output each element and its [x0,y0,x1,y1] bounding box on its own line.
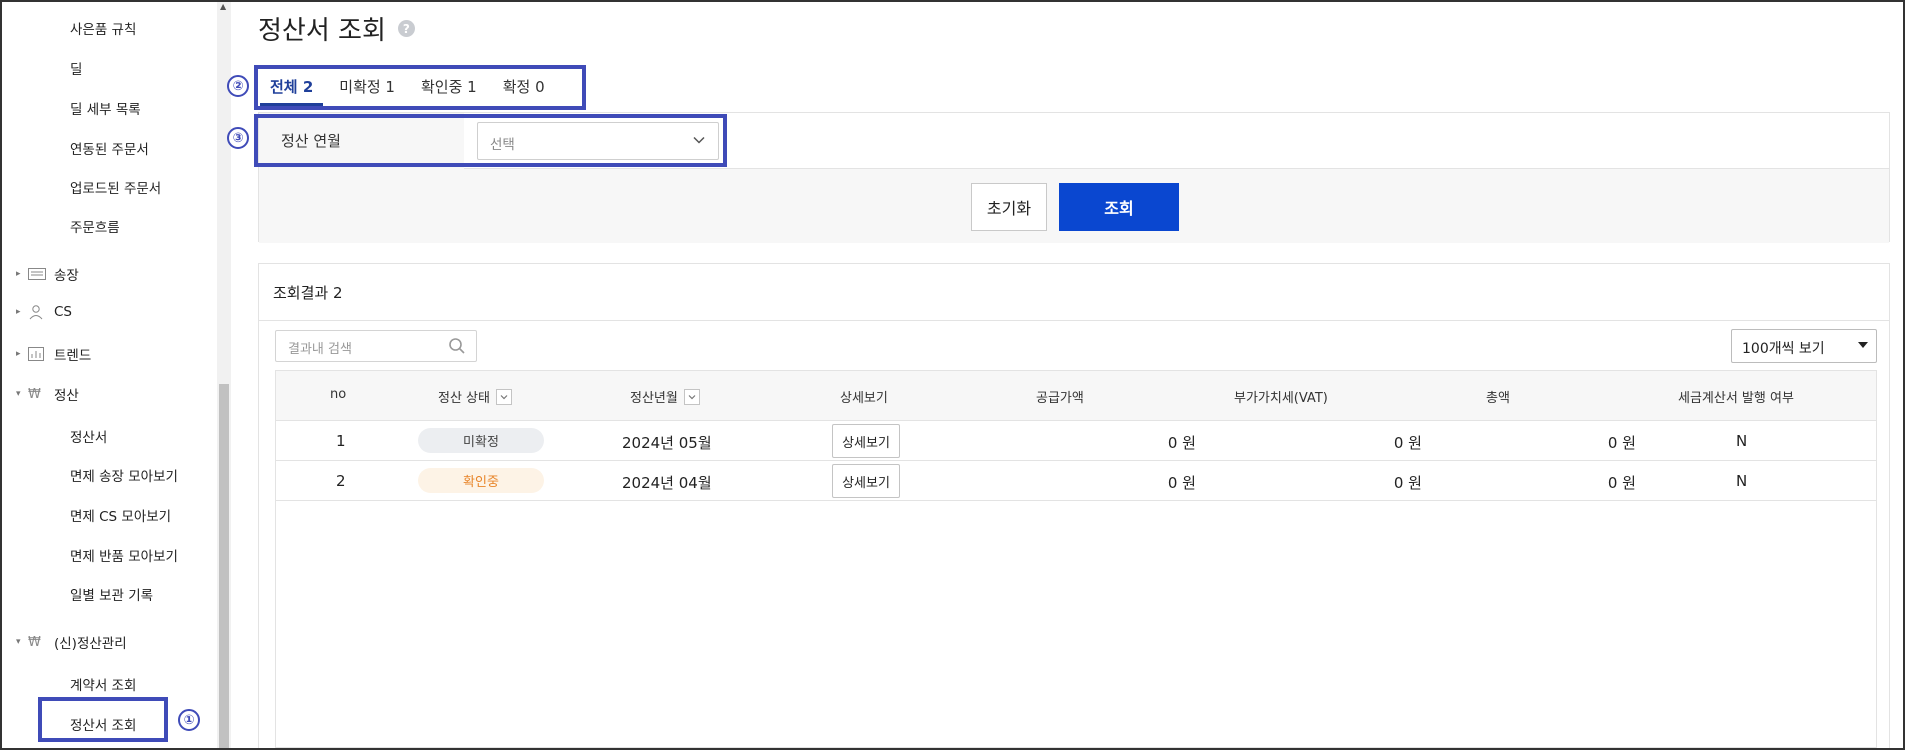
col-detail: 상세보기 [840,387,888,406]
annotation-box-1 [38,697,168,742]
sidebar-item-uploaded-orders[interactable]: 업로드된 주문서 [70,177,161,197]
sidebar-item-daily-storage[interactable]: 일별 보관 기록 [70,584,153,604]
sidebar-item-deal[interactable]: 딜 [70,58,82,78]
sidebar-group-cs[interactable]: ▸ CS [16,304,72,320]
results-title: 조회결과 2 [273,284,343,302]
column-header: 정산 상태 [438,391,490,406]
status-badge: 확인중 [418,468,544,493]
help-icon[interactable]: ? [397,20,415,37]
column-header: 세금계산서 발행 여부 [1678,391,1794,406]
annotation-box-3 [254,114,727,167]
cell-total: 0 원 [1607,434,1636,452]
results-table: no 정산 상태 정산년월 상세보기 공급가액 부가가치세(VAT) 총액 세금… [275,370,1877,748]
column-header: 부가가치세(VAT) [1234,391,1328,406]
sidebar-group-settlement[interactable]: ▾ ₩ 정산 [16,384,79,405]
bar-chart-icon [28,347,54,361]
results-panel: 조회결과 2 결과내 검색 100개씩 보기 no 정산 상태 정산년월 상세보 [258,263,1890,748]
cell-no: 2 [336,472,346,490]
sidebar-item-gift-rules[interactable]: 사은품 규칙 [70,18,136,38]
sidebar-group-trend[interactable]: ▸ 트렌드 [16,344,91,364]
column-header: no [330,387,347,402]
column-header: 공급가액 [1036,391,1084,406]
sidebar-group-label: 정산 [54,388,79,404]
cell-invoice: N [1736,432,1748,450]
page-title: 정산서 조회 [258,16,386,46]
sidebar-item-order-flow[interactable]: 주문흐름 [70,216,120,236]
sidebar-item-deal-details[interactable]: 딜 세부 목록 [70,98,141,118]
page-title-wrap: 정산서 조회 ? [258,10,415,47]
table-row[interactable]: 1 미확정 2024년 05월 상세보기 0 원 0 원 0 원 N [276,421,1876,461]
search-placeholder: 결과내 검색 [288,342,352,357]
column-header: 상세보기 [840,391,888,406]
app-frame: 사은품 규칙 딜 딜 세부 목록 연동된 주문서 업로드된 주문서 주문흐름 ▸… [0,0,1905,750]
sidebar-group-songjang[interactable]: ▸ 송장 [16,264,79,284]
cell-no: 1 [336,432,346,450]
table-row[interactable]: 2 확인중 2024년 04월 상세보기 0 원 0 원 0 원 N [276,461,1876,501]
won-icon: ₩ [28,386,41,402]
sidebar: 사은품 규칙 딜 딜 세부 목록 연동된 주문서 업로드된 주문서 주문흐름 ▸… [2,2,217,748]
col-month: 정산년월 [630,387,700,406]
divider [259,320,1889,321]
cell-supply: 0 원 [1167,474,1196,492]
caret-right-icon: ▸ [16,349,21,359]
caret-down-icon: ▾ [16,637,21,647]
col-supply: 공급가액 [1036,387,1084,406]
per-page-select[interactable]: 100개씩 보기 [1731,329,1877,363]
cell-month: 2024년 05월 [622,434,712,452]
annotation-box-2 [254,65,586,110]
sidebar-group-label: (신)정산관리 [54,636,127,652]
reset-button[interactable]: 초기화 [971,183,1047,231]
caret-right-icon: ▸ [16,307,21,317]
sidebar-item-contract-lookup[interactable]: 계약서 조회 [70,674,136,694]
search-icon[interactable] [448,337,466,355]
sidebar-group-new-settlement[interactable]: ▾ ₩ (신)정산관리 [16,632,127,653]
col-vat: 부가가치세(VAT) [1234,387,1328,406]
detail-button[interactable]: 상세보기 [832,424,900,458]
sidebar-item-exempt-cs[interactable]: 면제 CS 모아보기 [70,505,171,525]
status-badge: 미확정 [418,428,544,453]
cell-vat: 0 원 [1393,474,1422,492]
sidebar-item-exempt-return[interactable]: 면제 반품 모아보기 [70,545,178,565]
cell-invoice: N [1736,472,1748,490]
detail-button[interactable]: 상세보기 [832,464,900,498]
column-header: 총액 [1486,391,1510,406]
person-icon [28,304,54,320]
sidebar-item-statement[interactable]: 정산서 [70,426,107,446]
annotation-marker-2: ② [227,75,249,97]
cell-vat: 0 원 [1393,434,1422,452]
cell-month: 2024년 04월 [622,474,712,492]
sidebar-group-label: 송장 [54,268,79,284]
col-no: no [330,387,346,402]
search-button[interactable]: 조회 [1059,183,1179,231]
col-invoice: 세금계산서 발행 여부 [1678,387,1794,406]
filter-dropdown-icon[interactable] [495,388,512,405]
table-header: no 정산 상태 정산년월 상세보기 공급가액 부가가치세(VAT) 총액 세금… [276,371,1876,421]
cell-total: 0 원 [1607,474,1636,492]
per-page-value: 100개씩 보기 [1742,341,1825,357]
column-header: 정산년월 [630,391,678,406]
filter-dropdown-icon[interactable] [683,388,700,405]
sidebar-group-label: CS [54,304,72,320]
col-total: 총액 [1486,387,1510,406]
scroll-up-icon[interactable]: ▲ [220,2,226,11]
sidebar-item-linked-orders[interactable]: 연동된 주문서 [70,138,149,158]
won-icon: ₩ [28,634,41,650]
scrollbar-thumb[interactable] [219,384,229,748]
sidebar-scrollbar[interactable]: ▲ [217,2,231,748]
col-status: 정산 상태 [438,387,512,406]
annotation-marker-1: ① [178,709,200,731]
annotation-marker-3: ③ [227,127,249,149]
caret-down-icon [1858,342,1868,348]
sidebar-group-label: 트렌드 [54,348,92,364]
sidebar-item-exempt-songjang[interactable]: 면제 송장 모아보기 [70,465,178,485]
caret-right-icon: ▸ [16,269,21,279]
result-search-input[interactable]: 결과내 검색 [275,330,477,362]
cell-supply: 0 원 [1167,434,1196,452]
list-icon [28,268,54,280]
caret-down-icon: ▾ [16,389,21,399]
